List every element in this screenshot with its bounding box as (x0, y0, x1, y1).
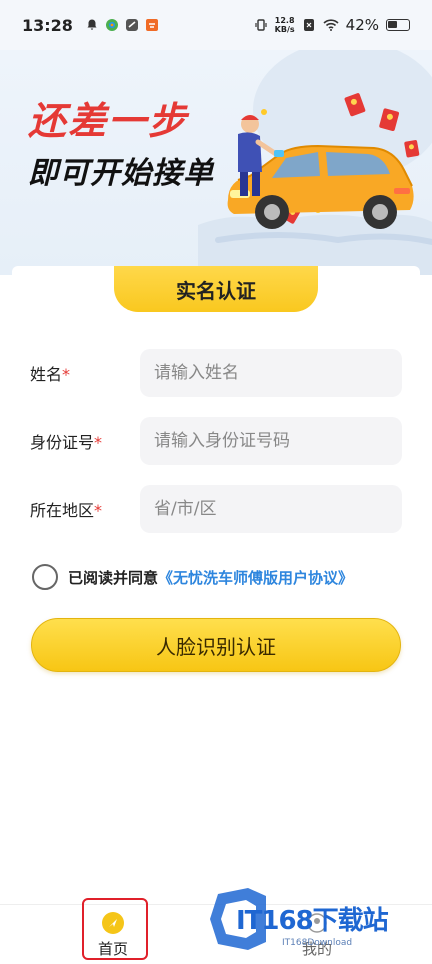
battery-icon (386, 19, 410, 31)
status-time: 13:28 (22, 15, 73, 35)
wifi-icon (323, 19, 339, 31)
region-picker[interactable] (140, 485, 402, 533)
required-mark: * (62, 365, 71, 384)
agreement-prefix: 已阅读并同意 (68, 568, 159, 587)
home-highlight-box (82, 898, 148, 960)
watermark-subtext: IT168Download (282, 938, 353, 948)
app-icon (105, 19, 118, 31)
net-speed-unit: KB/s (274, 25, 295, 34)
region-label: 所在地区* (30, 501, 103, 520)
hero-title-line1: 还差一步 (28, 99, 189, 143)
status-bar: 13:28 12.8 KB/s 42% (0, 0, 432, 50)
battery-text: 42% (345, 16, 379, 34)
hero-banner: 还差一步 即可开始接单 (0, 50, 432, 275)
status-right: 12.8 KB/s 42% (254, 16, 410, 34)
shop-icon (145, 19, 158, 31)
required-mark: * (94, 501, 103, 520)
agreement-checkbox[interactable] (32, 564, 58, 590)
watermark-text: IT168下载站 (236, 906, 389, 936)
name-input[interactable] (140, 349, 402, 397)
form-row-region: 所在地区* (30, 484, 402, 534)
sim-icon (303, 19, 314, 31)
agreement-row: 已阅读并同意 《无忧洗车师傅版用户协议》 (32, 564, 353, 590)
car-wash-illustration (198, 50, 432, 275)
hero-title-line2: 即可开始接单 (28, 156, 214, 191)
bell-icon (87, 19, 97, 30)
id-number-label: 身份证号* (30, 433, 103, 452)
net-speed: 12.8 KB/s (275, 16, 295, 34)
required-mark: * (94, 433, 103, 452)
form-row-id-number: 身份证号* (30, 416, 402, 466)
name-label: 姓名* (30, 365, 71, 384)
net-speed-value: 12.8 (274, 16, 295, 25)
status-left: 13:28 (22, 16, 159, 35)
link-icon (125, 19, 138, 31)
card-tab-title: 实名认证 (114, 266, 318, 312)
id-number-input[interactable] (140, 417, 402, 465)
vibrate-icon (255, 19, 267, 31)
face-recognition-button[interactable]: 人脸识别认证 (31, 618, 401, 672)
form-row-name: 姓名* (30, 348, 402, 398)
agreement-link[interactable]: 《无忧洗车师傅版用户协议》 (158, 567, 353, 588)
